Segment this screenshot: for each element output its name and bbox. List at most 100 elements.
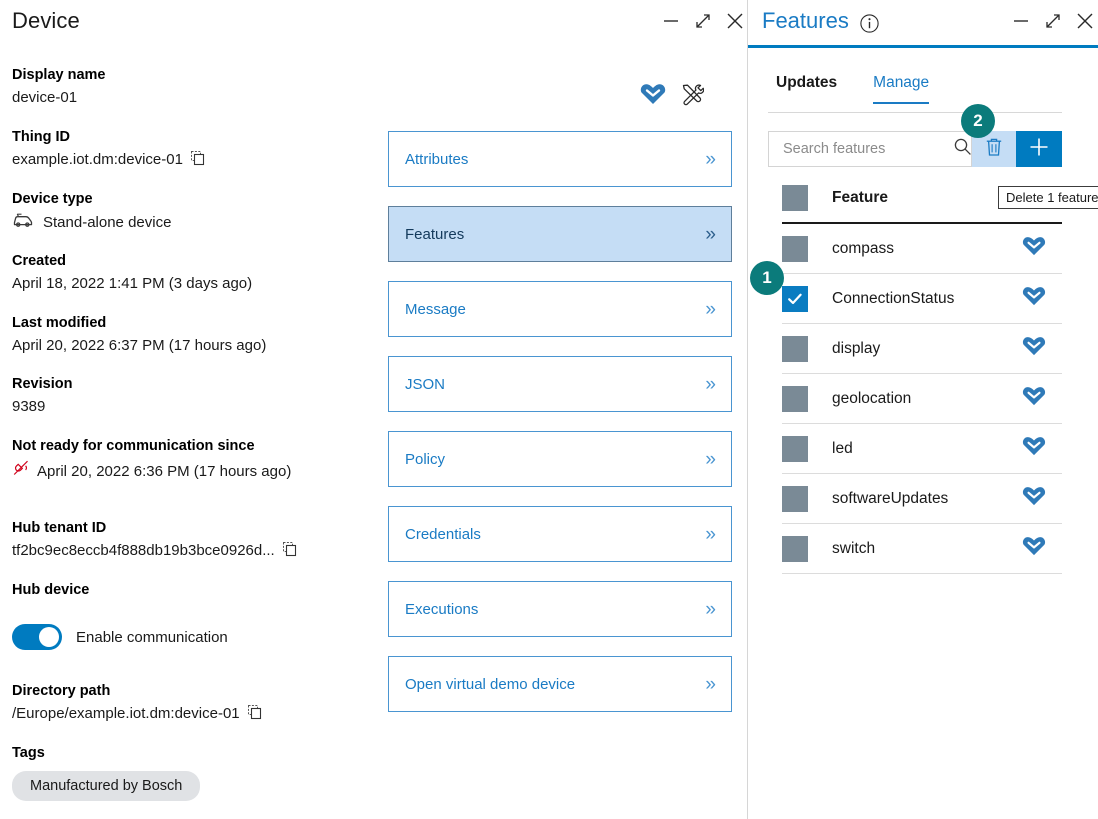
tab-manage[interactable]: Manage [873, 74, 930, 104]
nav-button-label: Credentials [405, 525, 481, 543]
car-device-icon [12, 211, 34, 234]
features-panel: Features Updates Manage Search features … [748, 0, 1098, 819]
tools-icon[interactable] [680, 82, 705, 111]
table-row[interactable]: ConnectionStatus [768, 274, 1062, 323]
features-title: Features [762, 8, 849, 33]
enable-communication-row: Enable communication [12, 624, 228, 650]
nav-button-label: Features [405, 225, 465, 243]
bosch-iot-logo-icon [1022, 336, 1046, 361]
features-table: Feature compass ConnectionStatus display… [768, 173, 1062, 574]
tooltip: Delete 1 feature [998, 186, 1098, 209]
nav-button-credentials[interactable]: Credentials » [388, 506, 732, 562]
field-tags: Tags Manufactured by Bosch [12, 744, 201, 801]
close-icon[interactable] [1074, 10, 1096, 32]
minimize-icon[interactable] [660, 10, 682, 32]
row-checkbox[interactable] [782, 385, 808, 412]
row-feature-name: softwareUpdates [832, 489, 949, 507]
add-feature-button[interactable] [1016, 131, 1062, 167]
field-label: Not ready for communication since [12, 438, 255, 454]
copy-icon[interactable] [191, 151, 206, 172]
nav-button-attributes[interactable]: Attributes » [388, 131, 732, 187]
annotation-badge-1: 1 [750, 261, 784, 295]
bosch-iot-logo-icon [1022, 536, 1046, 561]
minimize-icon[interactable] [1010, 10, 1032, 32]
field-label: Directory path [12, 683, 111, 699]
row-separator [782, 573, 1062, 574]
tag-chip[interactable]: Manufactured by Bosch [12, 771, 201, 801]
tabs-rule [768, 112, 1062, 113]
expand-icon[interactable] [1042, 10, 1064, 32]
chevron-right-icon: » [705, 373, 715, 395]
row-checkbox[interactable] [782, 335, 808, 362]
table-row[interactable]: led [768, 424, 1062, 473]
table-row[interactable]: display [768, 324, 1062, 373]
info-icon[interactable] [860, 14, 879, 38]
nav-button-label: Attributes [405, 150, 469, 168]
field-device-type: Device type Stand-alone device [12, 190, 171, 234]
field-value: example.iot.dm:device-01 [12, 151, 183, 168]
trash-icon [985, 137, 1003, 162]
search-input[interactable] [781, 133, 949, 165]
nav-button-open-virtual-demo-device[interactable]: Open virtual demo device » [388, 656, 732, 712]
features-toolbar [768, 131, 1062, 167]
field-hub-device: Hub device [12, 581, 89, 600]
nav-button-policy[interactable]: Policy » [388, 431, 732, 487]
enable-communication-toggle[interactable] [12, 624, 62, 650]
field-label: Hub tenant ID [12, 520, 107, 536]
chevron-right-icon: » [705, 598, 715, 620]
field-value: Stand-alone device [43, 214, 172, 231]
select-all-checkbox[interactable] [782, 184, 808, 211]
row-checkbox[interactable] [782, 435, 808, 462]
copy-icon[interactable] [247, 705, 263, 726]
nav-button-json[interactable]: JSON » [388, 356, 732, 412]
field-value: /Europe/example.iot.dm:device-01 [12, 705, 240, 722]
field-value-row: example.iot.dm:device-01 [12, 149, 206, 172]
row-checkbox[interactable] [782, 535, 808, 562]
toggle-label: Enable communication [76, 628, 228, 646]
tab-updates[interactable]: Updates [776, 74, 837, 104]
table-row[interactable]: compass [768, 224, 1062, 273]
field-value: device-01 [12, 89, 78, 106]
field-value: April 18, 2022 1:41 PM (3 days ago) [12, 275, 253, 292]
toggle-knob [39, 627, 59, 647]
field-directory-path: Directory path /Europe/example.iot.dm:de… [12, 682, 263, 726]
field-value: April 20, 2022 6:37 PM (17 hours ago) [12, 337, 267, 354]
field-label: Device type [12, 191, 93, 207]
table-row[interactable]: softwareUpdates [768, 474, 1062, 523]
app-root: Device Display name device-01 Thing ID e… [0, 0, 1098, 819]
field-label: Created [12, 253, 66, 269]
table-row[interactable]: switch [768, 524, 1062, 573]
field-value-row: April 20, 2022 6:36 PM (17 hours ago) [12, 459, 342, 483]
field-label: Revision [12, 376, 73, 392]
close-icon[interactable] [724, 10, 746, 32]
chevron-right-icon: » [705, 298, 715, 320]
row-checkbox[interactable] [782, 235, 808, 262]
field-value: tf2bc9ec8eccb4f888db19b3bce0926d... [12, 542, 275, 559]
nav-button-features[interactable]: Features » [388, 206, 732, 262]
copy-icon[interactable] [282, 542, 298, 563]
device-window-controls [660, 10, 746, 32]
nav-button-message[interactable]: Message » [388, 281, 732, 337]
nav-button-label: JSON [405, 375, 446, 393]
chevron-right-icon: » [705, 673, 715, 695]
search-field[interactable] [768, 131, 972, 167]
row-checkbox[interactable] [782, 285, 808, 312]
expand-icon[interactable] [692, 10, 714, 32]
field-value: April 20, 2022 6:36 PM (17 hours ago) [37, 462, 292, 480]
field-value-row: tf2bc9ec8eccb4f888db19b3bce0926d... [12, 540, 298, 563]
nav-button-label: Executions [405, 600, 479, 618]
search-icon[interactable] [953, 137, 972, 161]
bosch-iot-logo-icon [1022, 436, 1046, 461]
features-window-controls [1010, 10, 1096, 32]
device-nav-buttons: Attributes » Features » Message » JSON »… [388, 131, 732, 731]
chevron-right-icon: » [705, 523, 715, 545]
chevron-right-icon: » [705, 448, 715, 470]
features-panel-header: Features [748, 0, 1098, 45]
chevron-right-icon: » [705, 223, 715, 245]
field-display-name: Display name device-01 [12, 66, 106, 108]
field-value-row: /Europe/example.iot.dm:device-01 [12, 703, 263, 726]
row-checkbox[interactable] [782, 485, 808, 512]
bosch-iot-logo-icon[interactable] [640, 83, 666, 110]
table-row[interactable]: geolocation [768, 374, 1062, 423]
nav-button-executions[interactable]: Executions » [388, 581, 732, 637]
